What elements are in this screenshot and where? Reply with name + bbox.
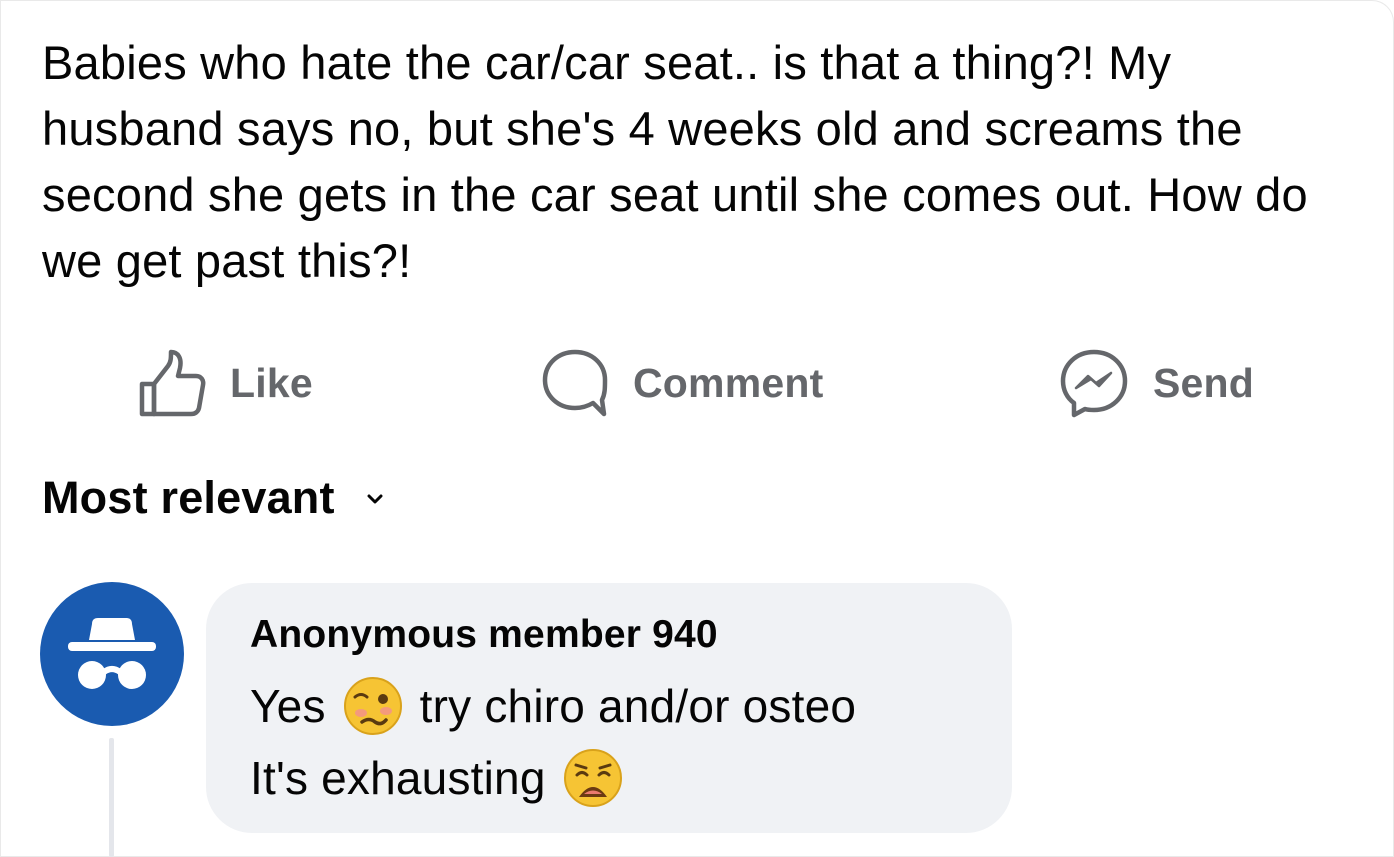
- messenger-icon: [1059, 348, 1129, 418]
- comment-text-segment: try chiro and/or osteo: [419, 680, 857, 732]
- comment-text-line: Yes try chiro and/or osteo: [250, 675, 856, 737]
- chevron-down-icon: [367, 492, 383, 510]
- send-label: Send: [1153, 359, 1255, 406]
- comment-sort-dropdown[interactable]: Most relevant: [42, 472, 383, 524]
- comment-bubble-icon: [541, 348, 609, 418]
- woozy-face-icon: [342, 675, 404, 737]
- post-text: Babies who hate the car/car seat.. is th…: [42, 36, 1308, 287]
- like-button[interactable]: Like: [138, 345, 313, 421]
- comment-label: Comment: [633, 359, 824, 406]
- comment-button[interactable]: Comment: [541, 345, 823, 421]
- comment-text-segment: Yes: [250, 680, 326, 732]
- comment-author[interactable]: Anonymous member 940: [250, 613, 718, 657]
- incognito-icon: [40, 618, 184, 730]
- avatar[interactable]: [40, 582, 184, 726]
- comment-text-line: It's exhausting: [250, 747, 640, 809]
- sort-label: Most relevant: [42, 472, 335, 523]
- send-button[interactable]: Send: [1059, 345, 1254, 421]
- comment-text-segment: It's exhausting: [250, 752, 546, 804]
- reply-thread-line: [109, 738, 114, 857]
- like-label: Like: [230, 359, 313, 406]
- comment-bubble: Anonymous member 940 Yes try chiro and/o…: [206, 583, 1012, 833]
- thumbs-up-icon: [138, 348, 206, 418]
- weary-face-icon: [562, 747, 624, 809]
- post-card: Babies who hate the car/car seat.. is th…: [0, 0, 1394, 857]
- post-action-bar: Like Comment Send: [0, 345, 1394, 421]
